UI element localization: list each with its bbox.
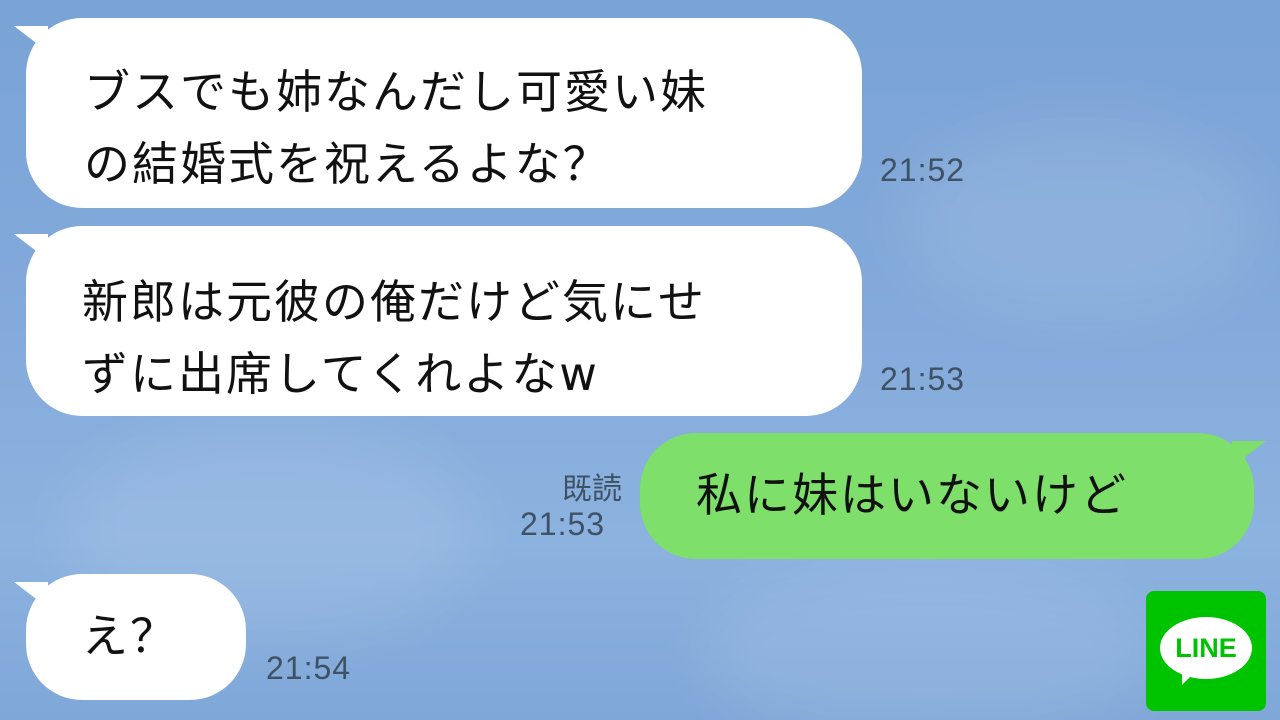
message-bubble-received[interactable]: 新郎は元彼の俺だけど気にせ ずに出席してくれよなw [26, 226, 862, 416]
message-timestamp: 21:53 [520, 506, 606, 542]
message-text-line: ブスでも姉なんだし可愛い妹 [84, 65, 708, 119]
message-timestamp: 21:53 [880, 361, 966, 397]
message-text-line: 私に妹はいないけど [696, 468, 1128, 522]
read-receipt: 既読 [562, 472, 622, 507]
message-timestamp: 21:54 [266, 650, 352, 686]
message-text-line: 新郎は元彼の俺だけど気にせ [82, 275, 706, 329]
message-text-line: え？ [82, 609, 178, 663]
message-bubble-received[interactable]: ブスでも姉なんだし可愛い妹 の結婚式を祝えるよな？ [26, 18, 862, 208]
line-logo: LINE [1146, 591, 1266, 711]
message-text-line: ずに出席してくれよなw [82, 347, 599, 401]
message-text-line: の結婚式を祝えるよな？ [84, 137, 611, 191]
message-bubble-sent[interactable]: 私に妹はいないけど [640, 433, 1254, 559]
message-bubble-received[interactable]: え？ [26, 574, 246, 700]
background-cloud [900, 120, 1260, 320]
background-cloud [700, 560, 1160, 720]
message-timestamp: 21:52 [880, 152, 966, 188]
line-logo-text: LINE [1175, 633, 1237, 663]
